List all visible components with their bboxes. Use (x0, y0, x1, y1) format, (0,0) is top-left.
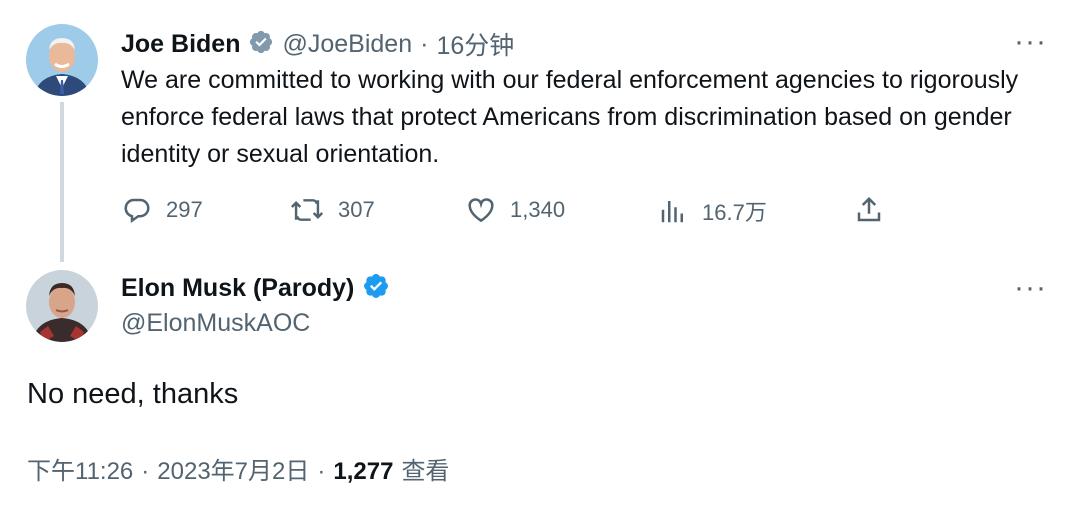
separator: · (317, 458, 326, 485)
retweet-count: 307 (338, 197, 375, 222)
share-icon (857, 196, 881, 222)
avatar-image (26, 24, 98, 96)
retweet-button[interactable]: 307 (290, 195, 375, 225)
verified-badge-icon (362, 272, 390, 305)
author-name[interactable]: Joe Biden (121, 30, 240, 59)
views-button[interactable]: 16.7万 (658, 195, 767, 227)
reply-icon (124, 198, 150, 224)
separator: · (420, 29, 429, 58)
retweet-icon (290, 199, 324, 221)
tweet-time[interactable]: 下午11:26 (27, 451, 133, 486)
reply-count: 297 (166, 197, 203, 222)
separator: · (141, 458, 150, 485)
avatar-image (26, 270, 98, 342)
like-button[interactable]: 1,340 (466, 195, 565, 225)
like-count: 1,340 (510, 197, 566, 222)
tweet2-header: Elon Musk (Parody) (121, 272, 390, 305)
views-count: 16.7万 (702, 200, 767, 225)
share-button[interactable] (854, 195, 884, 225)
tweet-date[interactable]: 2023年7月2日 (157, 451, 309, 486)
verified-badge-icon (248, 29, 274, 60)
views-count: 1,277 (333, 458, 394, 485)
more-options-icon[interactable]: ··· (1014, 273, 1047, 303)
author-name[interactable]: Elon Musk (Parody) (121, 274, 354, 303)
like-icon (468, 198, 494, 223)
avatar-joe-biden[interactable] (26, 24, 98, 96)
views-label: 查看 (401, 458, 450, 485)
timestamp[interactable]: 16分钟 (436, 26, 514, 62)
thread-line (60, 102, 64, 262)
author-handle[interactable]: @ElonMuskAOC (121, 309, 310, 338)
tweet-meta: 下午11:26 · 2023年7月2日 · 1,277 查看 (27, 451, 449, 486)
reply-button[interactable]: 297 (122, 195, 203, 225)
tweet-text: We are committed to working with our fed… (121, 66, 1019, 168)
views-icon (661, 201, 683, 223)
avatar-elon-musk-parody[interactable] (26, 270, 98, 342)
author-handle[interactable]: @JoeBiden (282, 30, 412, 59)
tweet1-header: Joe Biden @JoeBiden · 16分钟 (121, 26, 514, 62)
tweet-text: No need, thanks (27, 378, 239, 410)
more-options-icon[interactable]: ··· (1014, 27, 1047, 57)
